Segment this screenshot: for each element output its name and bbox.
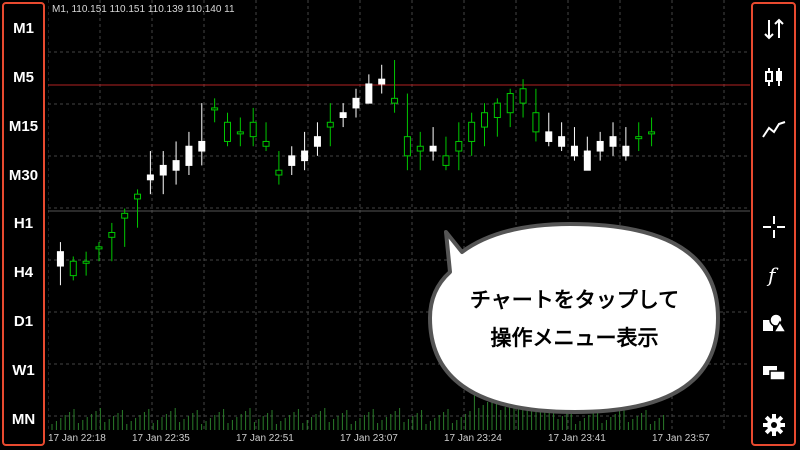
candle-body bbox=[185, 145, 193, 166]
candle-body bbox=[481, 112, 489, 128]
timeframe-panel: M1 M5 M15 M30 H1 H4 D1 W1 MN bbox=[2, 2, 45, 446]
time-label: 17 Jan 23:24 bbox=[444, 433, 502, 444]
bubble-text: チャートをタップして 操作メニュー表示 bbox=[432, 282, 717, 358]
time-label: 17 Jan 23:41 bbox=[548, 433, 606, 444]
sort-icon bbox=[763, 18, 784, 40]
candle-body bbox=[365, 83, 373, 104]
timeframe-mn[interactable]: MN bbox=[4, 411, 43, 428]
candle-body bbox=[558, 136, 566, 147]
candle-body bbox=[391, 97, 399, 104]
crosshair-button[interactable] bbox=[753, 212, 794, 242]
sort-button[interactable] bbox=[753, 14, 794, 44]
time-label: 17 Jan 23:57 bbox=[652, 433, 710, 444]
candle-body bbox=[519, 88, 527, 104]
candle-body bbox=[69, 260, 77, 277]
line-chart-icon bbox=[761, 121, 785, 138]
objects-icon bbox=[762, 313, 787, 333]
candle-body bbox=[172, 160, 180, 171]
candle-body bbox=[326, 121, 334, 128]
candle-body bbox=[532, 112, 540, 133]
price-chart[interactable] bbox=[48, 0, 750, 450]
candle-body bbox=[108, 232, 116, 238]
candle-body bbox=[121, 212, 129, 219]
time-label: 17 Jan 22:51 bbox=[236, 433, 294, 444]
indicators-button[interactable]: f bbox=[753, 260, 794, 290]
candle-body bbox=[506, 93, 514, 114]
time-label: 17 Jan 22:18 bbox=[48, 433, 106, 444]
candle-body bbox=[583, 150, 591, 171]
line-chart-button[interactable] bbox=[753, 114, 794, 144]
chart-area[interactable]: M1, 110.151 110.151 110.139 110.140 11 bbox=[48, 0, 750, 450]
candle-body bbox=[378, 78, 386, 85]
candle-body bbox=[429, 145, 437, 152]
candle-body bbox=[403, 136, 411, 157]
timeframe-h4[interactable]: H4 bbox=[4, 264, 43, 281]
function-icon: f bbox=[766, 263, 779, 287]
candle-body bbox=[493, 102, 501, 118]
candlestick-button[interactable] bbox=[753, 62, 794, 92]
candle-body bbox=[468, 121, 476, 142]
candle-body bbox=[82, 260, 90, 264]
candle-body bbox=[159, 164, 167, 176]
candle-body bbox=[313, 136, 321, 147]
timeframe-m1[interactable]: M1 bbox=[4, 20, 43, 37]
symbol-info: M1, 110.151 110.151 110.139 110.140 11 bbox=[52, 4, 235, 15]
candle-body bbox=[95, 246, 103, 250]
objects-button[interactable] bbox=[753, 308, 794, 338]
candle-body bbox=[146, 174, 154, 181]
timeframe-m5[interactable]: M5 bbox=[4, 69, 43, 86]
candle-body bbox=[352, 97, 360, 109]
candle-body bbox=[288, 155, 296, 166]
candle-body bbox=[635, 136, 643, 140]
candle-body bbox=[211, 107, 219, 111]
windows-icon bbox=[762, 366, 786, 381]
candle-body bbox=[134, 193, 142, 200]
candle-body bbox=[301, 150, 309, 162]
crosshair-icon bbox=[762, 216, 785, 238]
candle-body bbox=[416, 145, 424, 152]
tool-panel: f bbox=[751, 2, 796, 446]
candle-body bbox=[545, 131, 553, 142]
bubble-line-1: チャートをタップして bbox=[469, 289, 680, 312]
candle-body bbox=[570, 145, 578, 157]
settings-button[interactable] bbox=[753, 410, 794, 440]
candle-body bbox=[442, 155, 450, 166]
time-label: 17 Jan 23:07 bbox=[340, 433, 398, 444]
svg-text:f: f bbox=[766, 263, 779, 287]
candle-body bbox=[339, 112, 347, 119]
windows-button[interactable] bbox=[753, 358, 794, 388]
candle-body bbox=[455, 140, 463, 152]
candle-body bbox=[596, 140, 604, 152]
candle-body bbox=[198, 140, 206, 152]
candle-body bbox=[236, 131, 244, 135]
candle-body bbox=[275, 169, 283, 176]
timeframe-h1[interactable]: H1 bbox=[4, 215, 43, 232]
candle-body bbox=[56, 251, 64, 267]
bubble-line-2: 操作メニュー表示 bbox=[490, 327, 659, 350]
candle-body bbox=[648, 131, 656, 135]
candle-body bbox=[223, 121, 231, 142]
timeframe-d1[interactable]: D1 bbox=[4, 313, 43, 330]
settings-icon bbox=[762, 414, 785, 436]
candlestick-icon bbox=[764, 68, 782, 86]
timeframe-m15[interactable]: M15 bbox=[4, 118, 43, 135]
timeframe-w1[interactable]: W1 bbox=[4, 362, 43, 379]
time-label: 17 Jan 22:35 bbox=[132, 433, 190, 444]
candle-body bbox=[609, 136, 617, 147]
candle-body bbox=[622, 145, 630, 157]
candle-body bbox=[262, 140, 270, 147]
candle-body bbox=[249, 121, 257, 138]
timeframe-m30[interactable]: M30 bbox=[4, 167, 43, 184]
